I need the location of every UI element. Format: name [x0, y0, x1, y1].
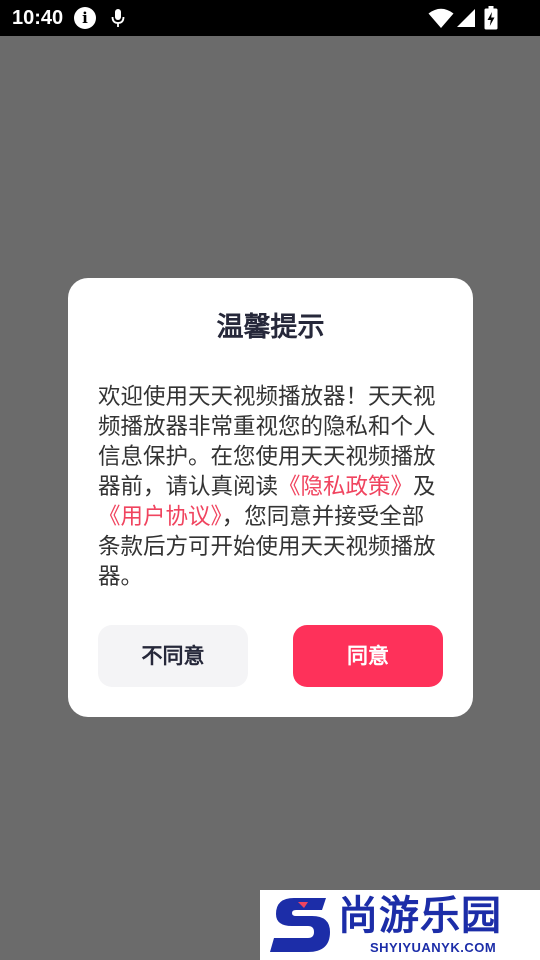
battery-charging-icon [484, 6, 498, 30]
privacy-dialog: 温馨提示 欢迎使用天天视频播放器！天天视频播放器非常重视您的隐私和个人信息保护。… [68, 278, 473, 717]
watermark-name: 尚游乐园 [338, 893, 502, 939]
cell-signal-icon [457, 9, 475, 27]
disagree-button[interactable]: 不同意 [98, 625, 248, 687]
privacy-policy-link[interactable]: 《隐私政策》 [278, 474, 413, 500]
status-time: 10:40 [12, 7, 64, 29]
dialog-message: 欢迎使用天天视频播放器！天天视频播放器非常重视您的隐私和个人信息保护。在您使用天… [98, 382, 443, 592]
microphone-icon [111, 9, 125, 27]
agree-button[interactable]: 同意 [293, 625, 443, 687]
status-bar: 10:40 i [0, 0, 540, 36]
watermark-url: SHYIYUANYK.COM [370, 940, 497, 955]
info-icon: i [74, 7, 96, 29]
screen: 10:40 i 温馨提示 欢迎使用天天视频播放器！天天视频播放器非常重视您的隐私… [0, 0, 540, 960]
message-text-2: 及 [413, 474, 436, 500]
dialog-title: 温馨提示 [216, 312, 325, 343]
wifi-icon [428, 8, 454, 28]
user-agreement-link[interactable]: 《用户协议》 [98, 504, 222, 530]
watermark-logo: 尚游乐园 SHYIYUANYK.COM [260, 890, 540, 960]
logo-s-icon [270, 898, 330, 952]
